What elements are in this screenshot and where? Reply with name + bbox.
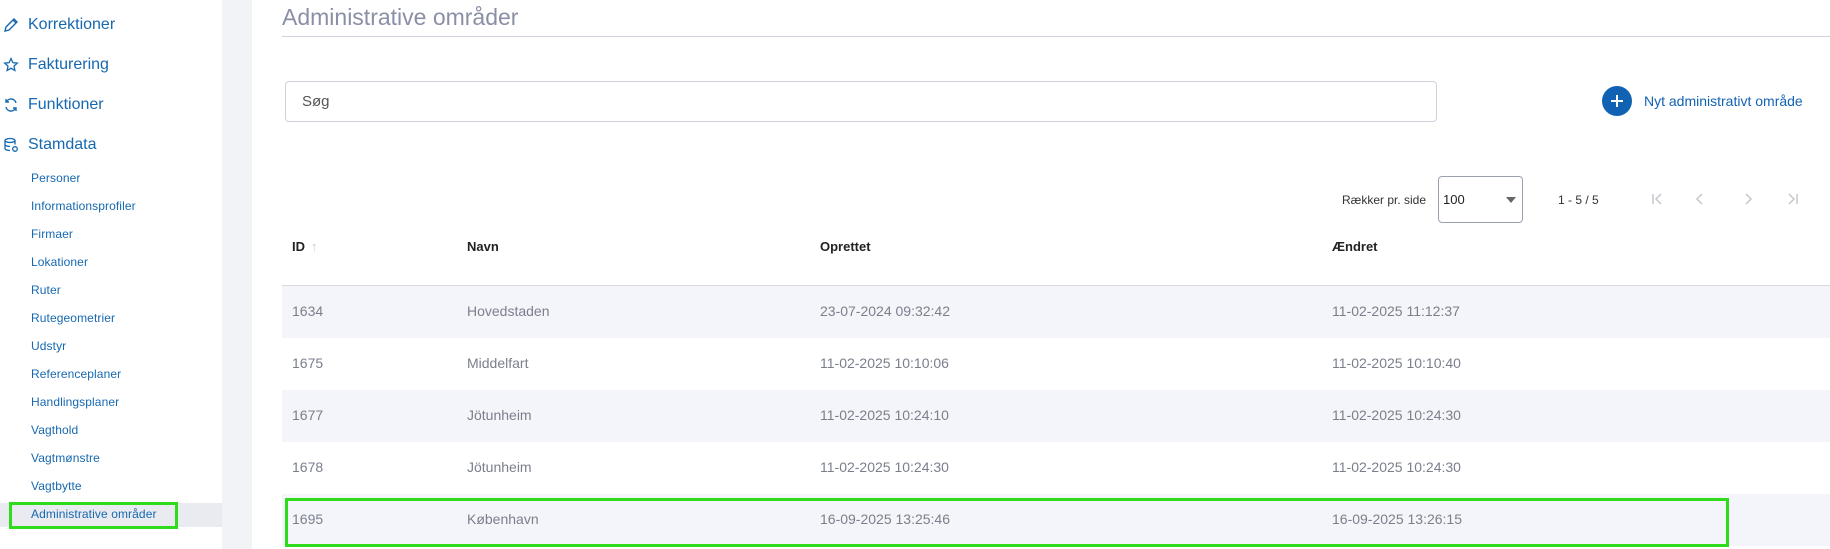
nav-item-stamdata[interactable]: Stamdata xyxy=(0,130,96,160)
last-page-button[interactable] xyxy=(1782,188,1802,210)
nav-item-korrektioner[interactable]: Korrektioner xyxy=(0,10,115,40)
sidebar-item-handlingsplaner[interactable]: Handlingsplaner xyxy=(31,391,119,413)
first-page-button[interactable] xyxy=(1648,188,1668,210)
sidebar-gutter xyxy=(222,0,252,549)
pencil-icon xyxy=(2,16,20,34)
next-page-icon xyxy=(1745,193,1753,205)
cell-modified: 11-02-2025 11:12:37 xyxy=(1332,303,1460,319)
cell-id: 1677 xyxy=(292,407,324,423)
nav-item-label: Stamdata xyxy=(28,136,97,153)
refresh-icon xyxy=(2,96,20,114)
nav-item-fakturering[interactable]: Fakturering xyxy=(0,50,109,80)
nav-item-funktioner[interactable]: Funktioner xyxy=(0,90,104,120)
main-content: Administrative områder Nyt administrativ… xyxy=(282,0,1830,549)
sidebar-item-vagtmonstre[interactable]: Vagtmønstre xyxy=(31,447,100,469)
cell-name: Hovedstaden xyxy=(467,303,550,319)
sidebar: Korrektioner Fakturering Funktioner Stam… xyxy=(0,0,222,549)
cell-modified: 11-02-2025 10:24:30 xyxy=(1332,459,1461,475)
app: Korrektioner Fakturering Funktioner Stam… xyxy=(0,0,1830,549)
table-row[interactable]: 1678 Jötunheim 11-02-2025 10:24:30 11-02… xyxy=(282,442,1830,494)
add-administrative-area-button[interactable]: Nyt administrativt område xyxy=(1602,86,1803,116)
cell-created: 11-02-2025 10:10:06 xyxy=(820,355,949,371)
sidebar-item-firmaer[interactable]: Firmaer xyxy=(31,223,73,245)
plus-icon xyxy=(1602,86,1632,116)
cell-name: Jötunheim xyxy=(467,459,532,475)
cell-id: 1675 xyxy=(292,355,324,371)
title-divider xyxy=(282,36,1830,37)
cell-name: Jötunheim xyxy=(467,407,532,423)
row-highlight xyxy=(285,498,1729,547)
last-page-icon xyxy=(1788,193,1798,205)
database-icon xyxy=(2,136,20,154)
column-header-id[interactable]: ID ↑ xyxy=(292,239,318,254)
column-header-navn[interactable]: Navn xyxy=(467,239,499,254)
table-row[interactable]: 1634 Hovedstaden 23-07-2024 09:32:42 11-… xyxy=(282,286,1830,338)
sidebar-item-personer[interactable]: Personer xyxy=(31,167,81,189)
sidebar-item-lokationer[interactable]: Lokationer xyxy=(31,251,88,273)
sidebar-item-informationsprofiler[interactable]: Informationsprofiler xyxy=(31,195,136,217)
column-header-oprettet[interactable]: Oprettet xyxy=(820,239,871,254)
page-title: Administrative områder xyxy=(282,4,519,30)
add-button-label: Nyt administrativt område xyxy=(1644,93,1803,109)
cell-modified: 11-02-2025 10:10:40 xyxy=(1332,355,1461,371)
sidebar-item-vagthold[interactable]: Vagthold xyxy=(31,419,78,441)
column-header-aendret[interactable]: Ændret xyxy=(1332,239,1378,254)
table-row[interactable]: 1675 Middelfart 11-02-2025 10:10:06 11-0… xyxy=(282,338,1830,390)
sidebar-item-ruter[interactable]: Ruter xyxy=(31,279,61,301)
cell-modified: 11-02-2025 10:24:30 xyxy=(1332,407,1461,423)
previous-page-icon xyxy=(1695,193,1703,205)
cell-created: 23-07-2024 09:32:42 xyxy=(820,303,950,319)
rows-per-page-select[interactable]: 100 xyxy=(1438,176,1523,223)
star-icon xyxy=(2,56,20,74)
nav-item-label: Funktioner xyxy=(28,96,104,113)
first-page-icon xyxy=(1652,193,1662,205)
cell-created: 11-02-2025 10:24:30 xyxy=(820,459,949,475)
previous-page-button[interactable] xyxy=(1690,188,1710,210)
table-row[interactable]: 1677 Jötunheim 11-02-2025 10:24:10 11-02… xyxy=(282,390,1830,442)
cell-created: 11-02-2025 10:24:10 xyxy=(820,407,949,423)
sidebar-item-vagtbytte[interactable]: Vagtbytte xyxy=(31,475,82,497)
nav-item-label: Fakturering xyxy=(28,56,109,73)
active-item-highlight xyxy=(9,502,178,529)
rows-per-page-value: 100 xyxy=(1443,192,1465,207)
chevron-down-icon xyxy=(1506,197,1516,203)
sidebar-item-rutegeometrier[interactable]: Rutegeometrier xyxy=(31,307,115,329)
sidebar-item-referenceplaner[interactable]: Referenceplaner xyxy=(31,363,121,385)
cell-name: Middelfart xyxy=(467,355,529,371)
cell-id: 1678 xyxy=(292,459,324,475)
rows-per-page-label: Rækker pr. side xyxy=(1342,193,1427,207)
pagination-range: 1 - 5 / 5 xyxy=(1558,193,1599,207)
cell-id: 1634 xyxy=(292,303,324,319)
nav-item-label: Korrektioner xyxy=(28,16,116,33)
search-input[interactable] xyxy=(285,81,1437,122)
next-page-button[interactable] xyxy=(1738,188,1758,210)
sidebar-item-udstyr[interactable]: Udstyr xyxy=(31,335,66,357)
sort-up-icon: ↑ xyxy=(311,239,318,254)
